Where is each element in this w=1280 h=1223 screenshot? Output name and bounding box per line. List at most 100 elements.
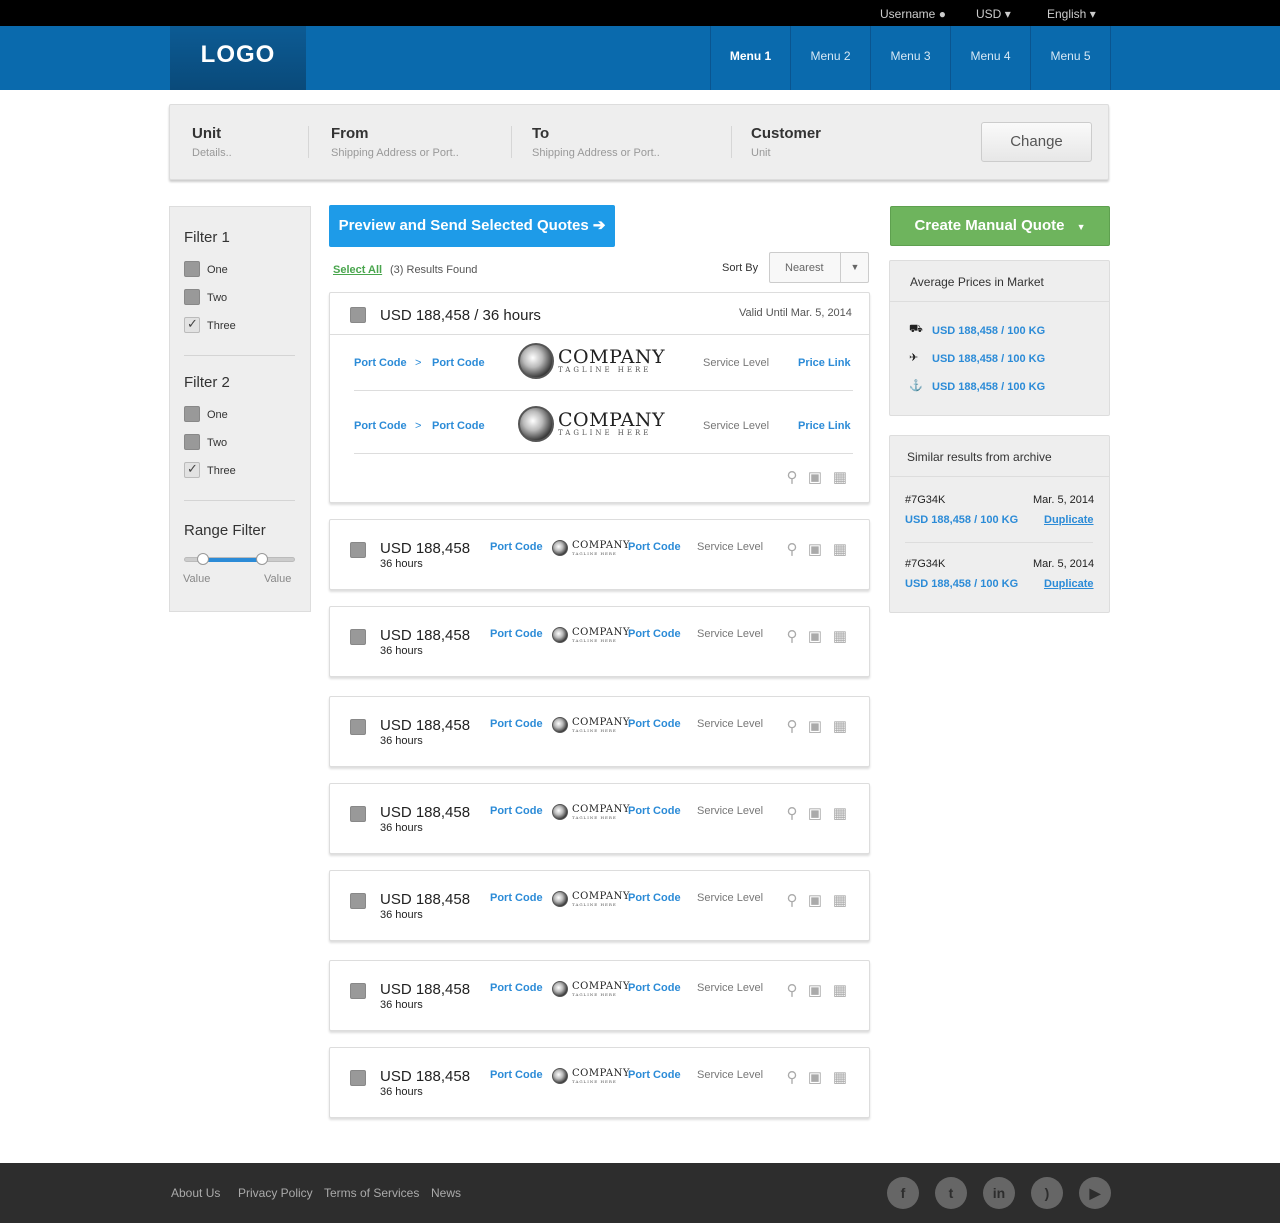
quote-checkbox[interactable] bbox=[350, 542, 366, 558]
change-button[interactable]: Change bbox=[981, 122, 1092, 162]
avg-price-ship[interactable]: USD 188,458 / 100 KG bbox=[932, 381, 1045, 393]
company-emblem bbox=[552, 540, 568, 556]
menu-item-1[interactable]: Menu 1 bbox=[711, 26, 791, 90]
from-port[interactable]: Port Code bbox=[490, 982, 543, 994]
leg-from-port[interactable]: Port Code bbox=[354, 357, 407, 369]
caret-down-icon[interactable]: ▼ bbox=[840, 253, 869, 282]
quote-checkbox[interactable] bbox=[350, 983, 366, 999]
quote-price: USD 188,458 bbox=[380, 981, 471, 998]
trash-icon[interactable]: ▣ bbox=[807, 893, 823, 909]
archive-price[interactable]: USD 188,458 / 100 KG bbox=[905, 578, 1018, 590]
search-icon[interactable]: ⚲ bbox=[784, 893, 800, 909]
search-icon[interactable]: ⚲ bbox=[784, 1070, 800, 1086]
leg-from-port[interactable]: Port Code bbox=[354, 420, 407, 432]
trash-icon[interactable]: ▣ bbox=[807, 470, 823, 486]
trash-icon[interactable]: ▣ bbox=[807, 983, 823, 999]
filter1-checkbox-three[interactable] bbox=[184, 316, 200, 333]
username-menu[interactable]: Username ● bbox=[880, 7, 946, 21]
duplicate-link[interactable]: Duplicate bbox=[1044, 514, 1094, 526]
footer-link-about[interactable]: About Us bbox=[171, 1186, 220, 1200]
save-icon[interactable]: ▦ bbox=[832, 806, 848, 822]
to-port[interactable]: Port Code bbox=[628, 628, 681, 640]
footer-link-privacy[interactable]: Privacy Policy bbox=[238, 1186, 313, 1200]
from-port[interactable]: Port Code bbox=[490, 541, 543, 553]
to-port[interactable]: Port Code bbox=[628, 982, 681, 994]
trash-icon[interactable]: ▣ bbox=[807, 719, 823, 735]
search-field-from[interactable]: From Shipping Address or Port.. bbox=[331, 125, 459, 159]
create-manual-quote-button[interactable]: Create Manual Quote ▼ bbox=[890, 206, 1110, 246]
to-port[interactable]: Port Code bbox=[628, 805, 681, 817]
duplicate-link[interactable]: Duplicate bbox=[1044, 578, 1094, 590]
filter2-checkbox-one[interactable] bbox=[184, 406, 200, 422]
currency-select[interactable]: USD ▾ bbox=[976, 7, 1011, 21]
save-icon[interactable]: ▦ bbox=[832, 542, 848, 558]
to-port[interactable]: Port Code bbox=[628, 1069, 681, 1081]
caret-down-icon[interactable]: ▼ bbox=[1077, 222, 1086, 232]
search-field-to[interactable]: To Shipping Address or Port.. bbox=[532, 125, 660, 159]
preview-send-quotes-button[interactable]: Preview and Send Selected Quotes ➔ bbox=[329, 205, 615, 247]
from-port[interactable]: Port Code bbox=[490, 718, 543, 730]
save-icon[interactable]: ▦ bbox=[832, 983, 848, 999]
footer-link-news[interactable]: News bbox=[431, 1186, 461, 1200]
search-icon[interactable]: ⚲ bbox=[784, 719, 800, 735]
linkedin-icon[interactable]: in bbox=[983, 1177, 1015, 1209]
quote-checkbox[interactable] bbox=[350, 893, 366, 909]
select-all-link[interactable]: Select All bbox=[333, 264, 382, 276]
menu-item-3[interactable]: Menu 3 bbox=[871, 26, 951, 90]
trash-icon[interactable]: ▣ bbox=[807, 1070, 823, 1086]
menu-item-5[interactable]: Menu 5 bbox=[1031, 26, 1111, 90]
quote-checkbox[interactable] bbox=[350, 719, 366, 735]
footer-link-terms[interactable]: Terms of Services bbox=[324, 1186, 419, 1200]
filter1-checkbox-two[interactable] bbox=[184, 289, 200, 305]
search-field-unit[interactable]: Unit Details.. bbox=[192, 125, 232, 159]
avg-price-plane[interactable]: USD 188,458 / 100 KG bbox=[932, 353, 1045, 365]
logo[interactable]: LOGO bbox=[170, 26, 306, 90]
to-port[interactable]: Port Code bbox=[628, 541, 681, 553]
search-icon[interactable]: ⚲ bbox=[784, 806, 800, 822]
filter1-checkbox-one[interactable] bbox=[184, 261, 200, 277]
range-slider-max-handle[interactable] bbox=[256, 553, 268, 565]
save-icon[interactable]: ▦ bbox=[832, 1070, 848, 1086]
avg-price-truck[interactable]: USD 188,458 / 100 KG bbox=[932, 325, 1045, 337]
trash-icon[interactable]: ▣ bbox=[807, 806, 823, 822]
rss-icon[interactable]: ) bbox=[1031, 1177, 1063, 1209]
range-slider-min-handle[interactable] bbox=[197, 553, 209, 565]
search-field-customer[interactable]: Customer Unit bbox=[751, 125, 821, 159]
save-icon[interactable]: ▦ bbox=[832, 629, 848, 645]
menu-item-2[interactable]: Menu 2 bbox=[791, 26, 871, 90]
range-max-label: Value bbox=[264, 573, 292, 585]
quote-checkbox[interactable] bbox=[350, 307, 366, 323]
search-icon[interactable]: ⚲ bbox=[784, 542, 800, 558]
from-port[interactable]: Port Code bbox=[490, 628, 543, 640]
price-link[interactable]: Price Link bbox=[798, 420, 851, 432]
facebook-icon[interactable]: f bbox=[887, 1177, 919, 1209]
trash-icon[interactable]: ▣ bbox=[807, 542, 823, 558]
search-icon[interactable]: ⚲ bbox=[784, 629, 800, 645]
main-header: LOGO Menu 1 Menu 2 Menu 3 Menu 4 Menu 5 bbox=[0, 26, 1280, 90]
save-icon[interactable]: ▦ bbox=[832, 470, 848, 486]
save-icon[interactable]: ▦ bbox=[832, 719, 848, 735]
to-port[interactable]: Port Code bbox=[628, 718, 681, 730]
filter2-checkbox-three[interactable] bbox=[184, 461, 200, 478]
quote-checkbox[interactable] bbox=[350, 806, 366, 822]
from-port[interactable]: Port Code bbox=[490, 892, 543, 904]
archive-price[interactable]: USD 188,458 / 100 KG bbox=[905, 514, 1018, 526]
to-port[interactable]: Port Code bbox=[628, 892, 681, 904]
save-icon[interactable]: ▦ bbox=[832, 893, 848, 909]
twitter-icon[interactable]: t bbox=[935, 1177, 967, 1209]
from-port[interactable]: Port Code bbox=[490, 1069, 543, 1081]
quote-checkbox[interactable] bbox=[350, 629, 366, 645]
search-icon[interactable]: ⚲ bbox=[784, 983, 800, 999]
youtube-icon[interactable]: ▶ bbox=[1079, 1177, 1111, 1209]
price-link[interactable]: Price Link bbox=[798, 357, 851, 369]
trash-icon[interactable]: ▣ bbox=[807, 629, 823, 645]
language-select[interactable]: English ▾ bbox=[1047, 7, 1096, 21]
search-icon[interactable]: ⚲ bbox=[784, 470, 800, 486]
menu-item-4[interactable]: Menu 4 bbox=[951, 26, 1031, 90]
leg-to-port[interactable]: Port Code bbox=[432, 420, 485, 432]
from-port[interactable]: Port Code bbox=[490, 805, 543, 817]
leg-to-port[interactable]: Port Code bbox=[432, 357, 485, 369]
quote-checkbox[interactable] bbox=[350, 1070, 366, 1086]
sort-select[interactable]: Nearest ▼ bbox=[769, 252, 869, 283]
filter2-checkbox-two[interactable] bbox=[184, 434, 200, 450]
